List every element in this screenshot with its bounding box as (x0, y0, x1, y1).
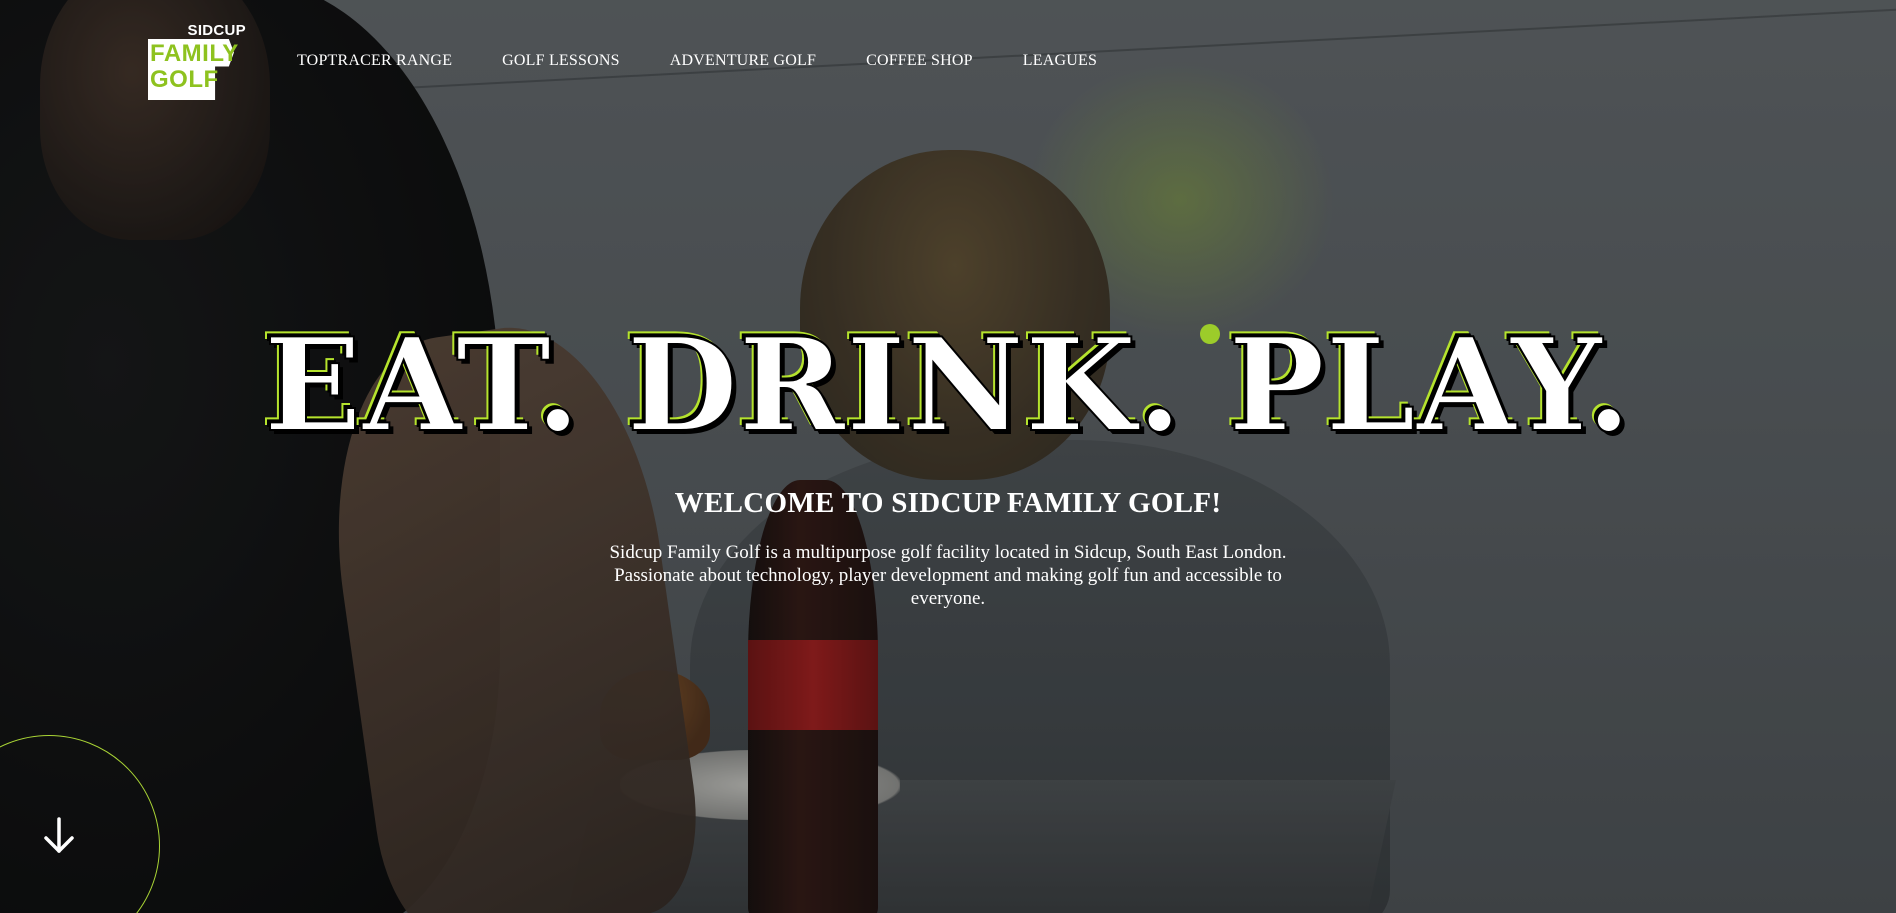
hero-intro-text: Sidcup Family Golf is a multipurpose gol… (609, 542, 1287, 609)
logo-top-text: SIDCUP (187, 22, 246, 39)
logo-line1: FAMILY (150, 40, 239, 67)
nav-item-toptracer-range[interactable]: TOPTRACER RANGE (297, 52, 452, 70)
hero-headline: EAT. DRINK. PLAY. (263, 311, 1632, 461)
site-logo[interactable]: SIDCUP FAMILY GOLF (148, 22, 248, 100)
main-nav: TOPTRACER RANGE GOLF LESSONS ADVENTURE G… (297, 52, 1097, 70)
nav-item-golf-lessons[interactable]: GOLF LESSONS (502, 52, 620, 70)
nav-item-leagues[interactable]: LEAGUES (1023, 52, 1097, 70)
nav-item-coffee-shop[interactable]: COFFEE SHOP (866, 52, 973, 70)
decorative-dot (1200, 324, 1220, 344)
nav-item-adventure-golf[interactable]: ADVENTURE GOLF (670, 52, 816, 70)
hero-subheading: WELCOME TO SIDCUP FAMILY GOLF! (674, 487, 1222, 519)
arrow-down-icon[interactable] (41, 816, 77, 856)
logo-line2: GOLF (150, 66, 219, 93)
